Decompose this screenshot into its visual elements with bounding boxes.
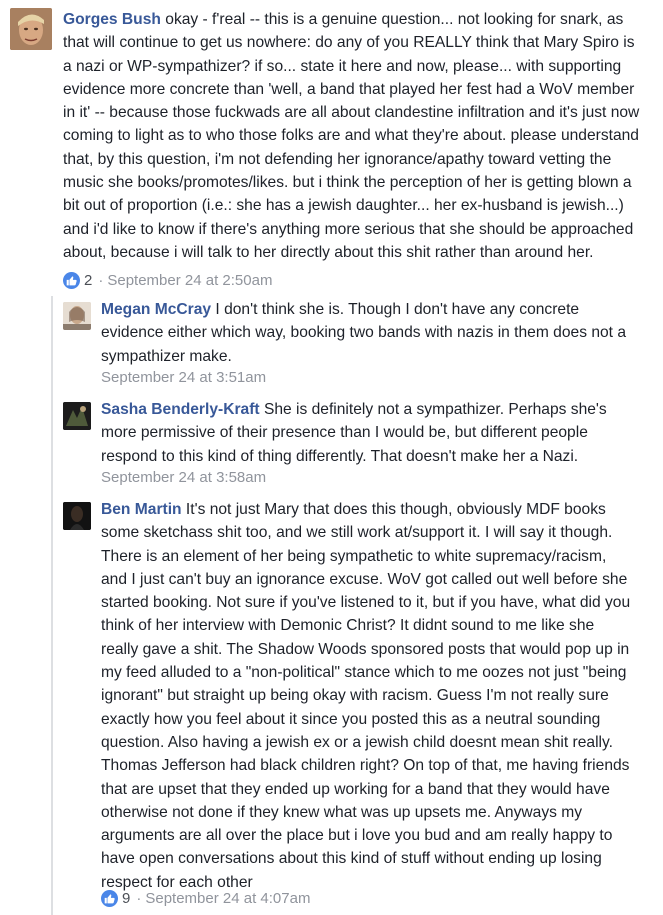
comment-body: Ben Martin It's not just Mary that does … [101,498,631,894]
avatar[interactable] [63,502,91,530]
comment-text: okay - f'real -- this is a genuine quest… [63,11,640,261]
comment-timestamp[interactable]: September 24 at 3:51am [101,369,266,386]
avatar[interactable] [63,402,91,430]
comment-timestamp[interactable]: September 24 at 3:58am [101,469,266,486]
meta-separator: · [136,890,142,907]
comment-meta: September 24 at 3:51am [101,369,266,386]
thumbs-up-icon[interactable] [63,272,80,289]
comment-meta: September 24 at 3:58am [101,469,266,486]
comment-author[interactable]: Megan McCray [101,301,211,318]
reply-thread-line [51,296,53,915]
avatar[interactable] [63,302,91,330]
comment-author[interactable]: Sasha Benderly-Kraft [101,401,260,418]
comment-meta: 2 · September 24 at 2:50am [63,272,272,289]
avatar[interactable] [10,8,52,50]
like-count[interactable]: 2 [84,272,92,289]
comment-author[interactable]: Ben Martin [101,501,182,518]
comment-body: Sasha Benderly-Kraft She is definitely n… [101,398,631,468]
meta-separator: · [98,272,104,289]
comment-text: It's not just Mary that does this though… [101,501,631,891]
comment-body: Megan McCray I don't think she is. Thoug… [101,298,631,368]
comment-timestamp[interactable]: September 24 at 2:50am [107,272,272,289]
comment-timestamp[interactable]: September 24 at 4:07am [145,890,310,907]
comment-author[interactable]: Gorges Bush [63,11,161,28]
like-count[interactable]: 9 [122,890,130,907]
comment-meta: 9 · September 24 at 4:07am [101,890,310,907]
thumbs-up-icon[interactable] [101,890,118,907]
comment-body: Gorges Bush okay - f'real -- this is a g… [63,8,645,264]
